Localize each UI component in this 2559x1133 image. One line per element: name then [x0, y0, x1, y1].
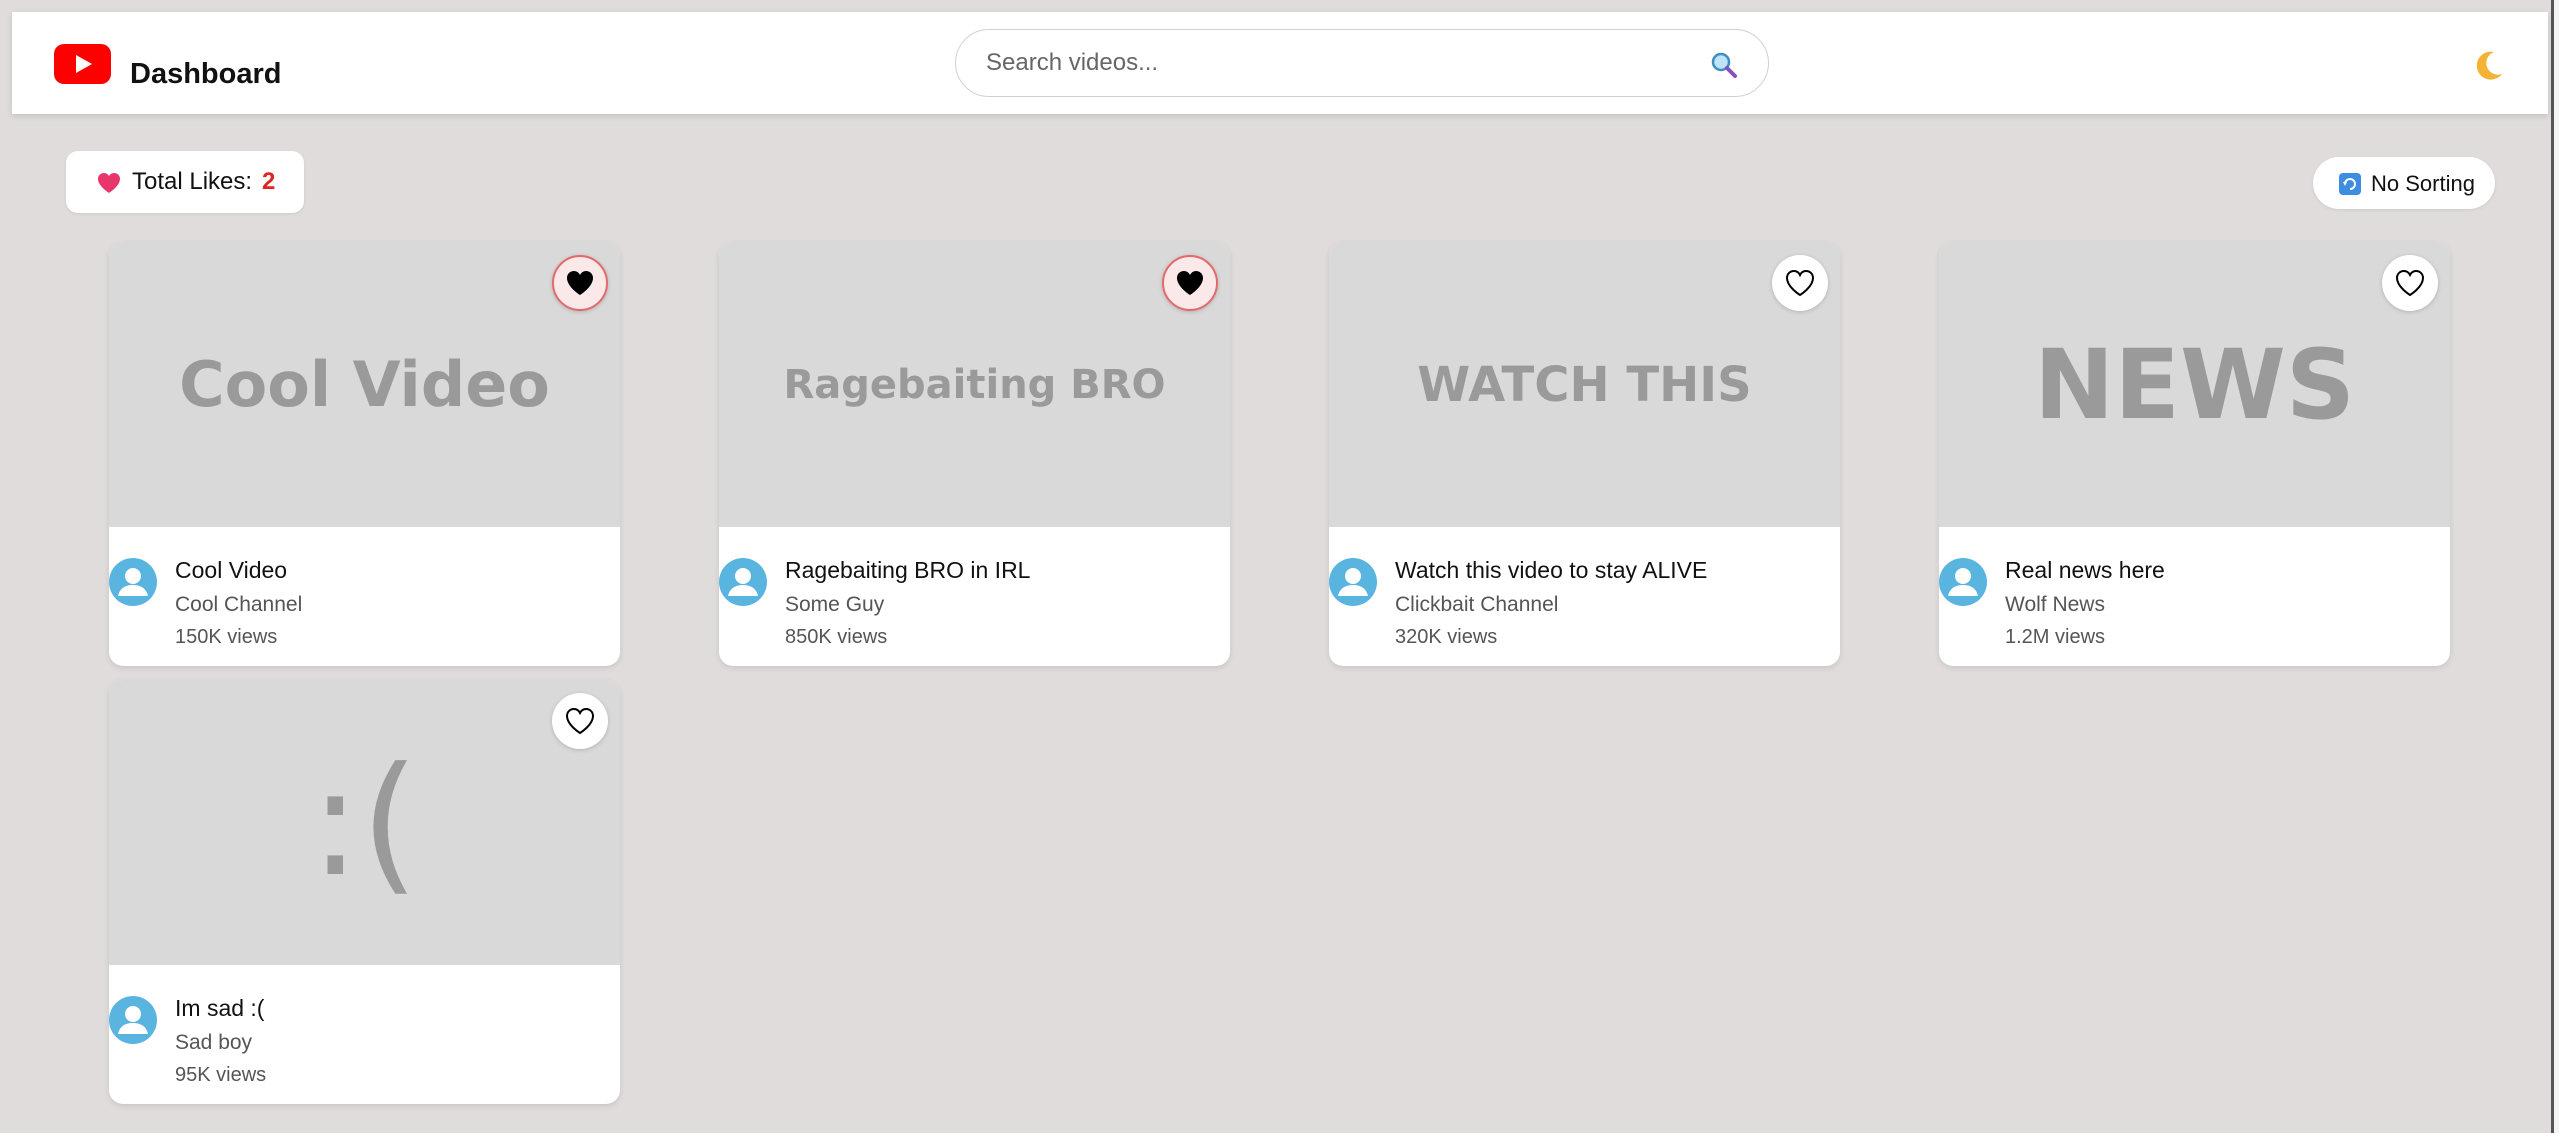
video-thumbnail[interactable]: WATCH THIS [1329, 242, 1840, 527]
thumbnail-text: WATCH THIS [1417, 356, 1752, 413]
thumbnail-text: NEWS [2034, 328, 2355, 441]
view-count: 1.2M views [2005, 626, 2106, 648]
heart-icon [98, 173, 120, 193]
like-button[interactable] [552, 693, 608, 749]
moon-icon[interactable] [2470, 48, 2506, 84]
heart-outline-icon [2395, 269, 2425, 297]
channel-name[interactable]: Some Guy [785, 592, 884, 618]
avatar [719, 558, 767, 606]
video-title[interactable]: Real news here [2005, 556, 2165, 584]
thumbnail-text: Ragebaiting BRO [783, 361, 1166, 408]
video-title[interactable]: Im sad :( [175, 994, 264, 1022]
heart-icon [1177, 271, 1203, 295]
video-card[interactable]: NEWS Real news here Wolf News 1.2M views [1939, 242, 2450, 666]
channel-name[interactable]: Cool Channel [175, 592, 302, 618]
video-thumbnail[interactable]: Ragebaiting BRO [719, 242, 1230, 527]
heart-outline-icon [565, 707, 595, 735]
refresh-icon [2339, 173, 2361, 195]
total-likes-badge: Total Likes: 2 [66, 151, 304, 213]
avatar [109, 558, 157, 606]
thumbnail-text: Cool Video [179, 348, 550, 421]
avatar [1939, 558, 1987, 606]
channel-name[interactable]: Wolf News [2005, 592, 2105, 618]
avatar [1329, 558, 1377, 606]
video-card[interactable]: Ragebaiting BRO Ragebaiting BRO in IRL S… [719, 242, 1230, 666]
sort-label: No Sorting [2371, 171, 2475, 196]
channel-name[interactable]: Clickbait Channel [1395, 592, 1558, 618]
view-count: 150K views [175, 626, 278, 648]
like-button[interactable] [2382, 255, 2438, 311]
video-thumbnail[interactable]: :( [109, 680, 620, 965]
youtube-logo-icon[interactable] [54, 44, 111, 84]
like-button[interactable] [1772, 255, 1828, 311]
search-icon[interactable] [1709, 50, 1739, 80]
total-likes-count: 2 [262, 168, 276, 195]
video-title[interactable]: Cool Video [175, 556, 287, 584]
like-button[interactable] [1162, 255, 1218, 311]
window-top-strip [0, 0, 2551, 12]
like-button[interactable] [552, 255, 608, 311]
window-scrollbar-edge[interactable] [2551, 0, 2559, 1133]
total-likes-label: Total Likes: [132, 168, 253, 195]
video-title[interactable]: Ragebaiting BRO in IRL [785, 556, 1030, 584]
video-title[interactable]: Watch this video to stay ALIVE [1395, 556, 1707, 584]
view-count: 95K views [175, 1064, 267, 1086]
search-bar[interactable] [955, 29, 1769, 97]
view-count: 850K views [785, 626, 888, 648]
avatar [109, 996, 157, 1044]
video-thumbnail[interactable]: NEWS [1939, 242, 2450, 527]
video-card[interactable]: Cool Video Cool Video Cool Channel 150K … [109, 242, 620, 666]
search-input[interactable] [986, 44, 1686, 82]
channel-name[interactable]: Sad boy [175, 1030, 252, 1056]
thumbnail-text: :( [309, 735, 420, 910]
top-header: Dashboard [12, 12, 2548, 114]
video-card[interactable]: WATCH THIS Watch this video to stay ALIV… [1329, 242, 1840, 666]
heart-icon [567, 271, 593, 295]
page-title: Dashboard [130, 58, 282, 90]
video-card[interactable]: :( Im sad :( Sad boy 95K views [109, 680, 620, 1104]
video-thumbnail[interactable]: Cool Video [109, 242, 620, 527]
heart-outline-icon [1785, 269, 1815, 297]
sort-button[interactable]: No Sorting [2313, 157, 2495, 209]
view-count: 320K views [1395, 626, 1498, 648]
